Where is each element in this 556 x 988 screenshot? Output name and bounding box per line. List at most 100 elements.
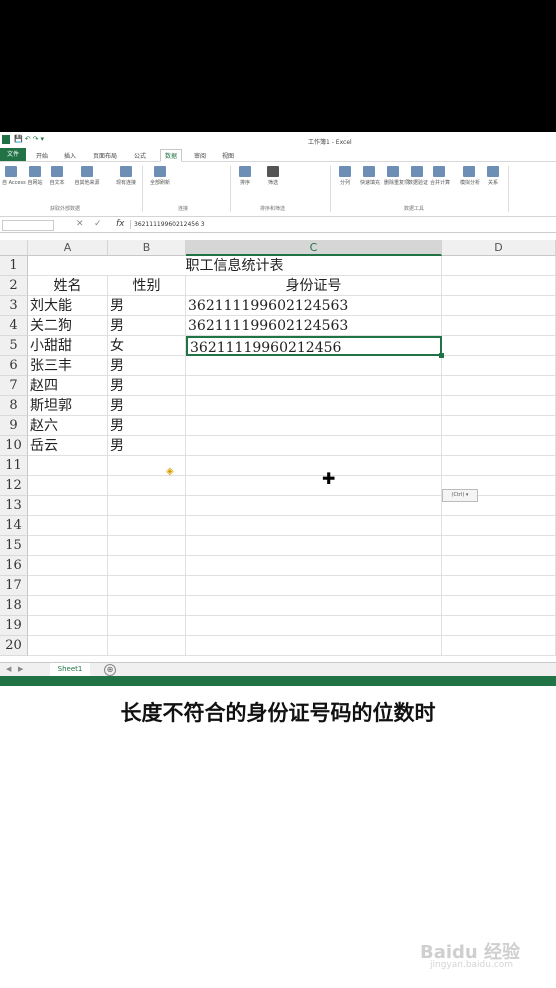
text-to-columns-button[interactable]: 分列	[336, 166, 354, 186]
sort-button[interactable]: 排序	[236, 166, 254, 186]
cell-name[interactable]: 赵四	[28, 376, 108, 396]
quick-access-toolbar[interactable]: 💾↶↷▾	[14, 135, 46, 143]
cell-gender[interactable]: 男	[108, 416, 186, 436]
cell-d[interactable]	[442, 416, 556, 436]
tab-file[interactable]: 文件	[0, 148, 26, 161]
cell-d[interactable]	[442, 536, 556, 556]
cell-id[interactable]	[186, 596, 442, 616]
error-indicator-icon[interactable]: ◈	[166, 466, 174, 477]
cell-d[interactable]	[442, 576, 556, 596]
cell-name[interactable]: 张三丰	[28, 356, 108, 376]
column-header-b[interactable]: B	[108, 240, 186, 256]
from-other-button[interactable]: 自其他来源	[74, 166, 100, 186]
column-header-a[interactable]: A	[28, 240, 108, 256]
cell-name[interactable]: 斯坦郭	[28, 396, 108, 416]
confirm-icon[interactable]: ✓	[94, 219, 102, 229]
row-header[interactable]: 5	[0, 336, 28, 356]
cell-d[interactable]	[442, 316, 556, 336]
cell-id[interactable]	[186, 576, 442, 596]
row-header[interactable]: 7	[0, 376, 28, 396]
cell-name[interactable]: 小甜甜	[28, 336, 108, 356]
tab-view[interactable]: 视图	[222, 151, 234, 160]
cell-name[interactable]: 姓名	[28, 276, 108, 296]
cell-id-active[interactable]: 36211119960212456	[186, 336, 442, 356]
cell-gender[interactable]	[108, 456, 186, 476]
row-header[interactable]: 18	[0, 596, 28, 616]
cell-name[interactable]	[28, 516, 108, 536]
cell-id[interactable]	[186, 356, 442, 376]
row-header[interactable]: 2	[0, 276, 28, 296]
cell-d[interactable]	[442, 636, 556, 656]
cell-id[interactable]: 362111199602124563	[186, 296, 442, 316]
cell-gender[interactable]: 男	[108, 396, 186, 416]
cell-d[interactable]	[442, 336, 556, 356]
cell-gender[interactable]	[108, 536, 186, 556]
cell-id[interactable]	[186, 456, 442, 476]
row-header[interactable]: 4	[0, 316, 28, 336]
cell-gender[interactable]: 男	[108, 376, 186, 396]
cell-d[interactable]	[442, 256, 556, 276]
cell-d[interactable]	[442, 356, 556, 376]
cell-d[interactable]	[442, 376, 556, 396]
cell-id[interactable]	[186, 476, 442, 496]
row-header[interactable]: 9	[0, 416, 28, 436]
row-header[interactable]: 19	[0, 616, 28, 636]
cell-d[interactable]	[442, 556, 556, 576]
insert-function-icon[interactable]: fx	[116, 219, 125, 229]
from-text-button[interactable]: 自文本	[48, 166, 66, 186]
row-header[interactable]: 14	[0, 516, 28, 536]
cell-name[interactable]	[28, 576, 108, 596]
cell-gender[interactable]	[108, 596, 186, 616]
relationships-button[interactable]: 关系	[484, 166, 502, 186]
cell-gender[interactable]: 男	[108, 316, 186, 336]
cell-gender[interactable]	[108, 516, 186, 536]
fill-handle[interactable]	[439, 353, 444, 358]
cell-d[interactable]	[442, 436, 556, 456]
row-header[interactable]: 15	[0, 536, 28, 556]
cell-id[interactable]	[186, 556, 442, 576]
row-header[interactable]: 1	[0, 256, 28, 276]
cell-id[interactable]	[186, 496, 442, 516]
scroll-right-icon[interactable]: ▶	[18, 665, 23, 673]
row-header[interactable]: 8	[0, 396, 28, 416]
cell-name[interactable]	[28, 616, 108, 636]
sheet-title-cell[interactable]: 职工信息统计表	[28, 256, 442, 276]
what-if-button[interactable]: 模拟分析	[460, 166, 480, 186]
filter-button[interactable]: 筛选	[264, 166, 282, 186]
formula-input[interactable]: 36211119960212456 3	[130, 220, 554, 229]
existing-connections-button[interactable]: 现有连接	[114, 166, 138, 186]
select-all-corner[interactable]	[0, 240, 28, 256]
add-sheet-icon[interactable]: ⊕	[104, 664, 116, 676]
cell-id[interactable]	[186, 396, 442, 416]
row-header[interactable]: 6	[0, 356, 28, 376]
cell-d[interactable]	[442, 596, 556, 616]
cell-id[interactable]: 身份证号	[186, 276, 442, 296]
cell-name[interactable]	[28, 476, 108, 496]
cell-gender[interactable]: 男	[108, 356, 186, 376]
cell-name[interactable]	[28, 456, 108, 476]
cell-name[interactable]	[28, 556, 108, 576]
cell-id[interactable]	[186, 376, 442, 396]
cell-d[interactable]	[442, 396, 556, 416]
cell-gender[interactable]: 女	[108, 336, 186, 356]
cell-name[interactable]	[28, 536, 108, 556]
cell-name[interactable]: 岳云	[28, 436, 108, 456]
tab-formulas[interactable]: 公式	[134, 151, 146, 160]
row-header[interactable]: 3	[0, 296, 28, 316]
from-access-button[interactable]: 自 Access	[2, 166, 26, 186]
flash-fill-button[interactable]: 快速填充	[360, 166, 380, 186]
tab-home[interactable]: 开始	[36, 151, 48, 160]
row-header[interactable]: 13	[0, 496, 28, 516]
tab-data[interactable]: 数据	[160, 149, 183, 162]
cell-id[interactable]	[186, 636, 442, 656]
cell-id[interactable]	[186, 536, 442, 556]
refresh-all-button[interactable]: 全部刷新	[148, 166, 172, 186]
cell-name[interactable]	[28, 636, 108, 656]
tab-insert[interactable]: 插入	[64, 151, 76, 160]
cell-id[interactable]	[186, 436, 442, 456]
cell-id[interactable]: 362111199602124563	[186, 316, 442, 336]
name-box[interactable]	[2, 220, 54, 231]
cell-id[interactable]	[186, 416, 442, 436]
scroll-left-icon[interactable]: ◀	[6, 665, 11, 673]
cell-gender[interactable]	[108, 476, 186, 496]
